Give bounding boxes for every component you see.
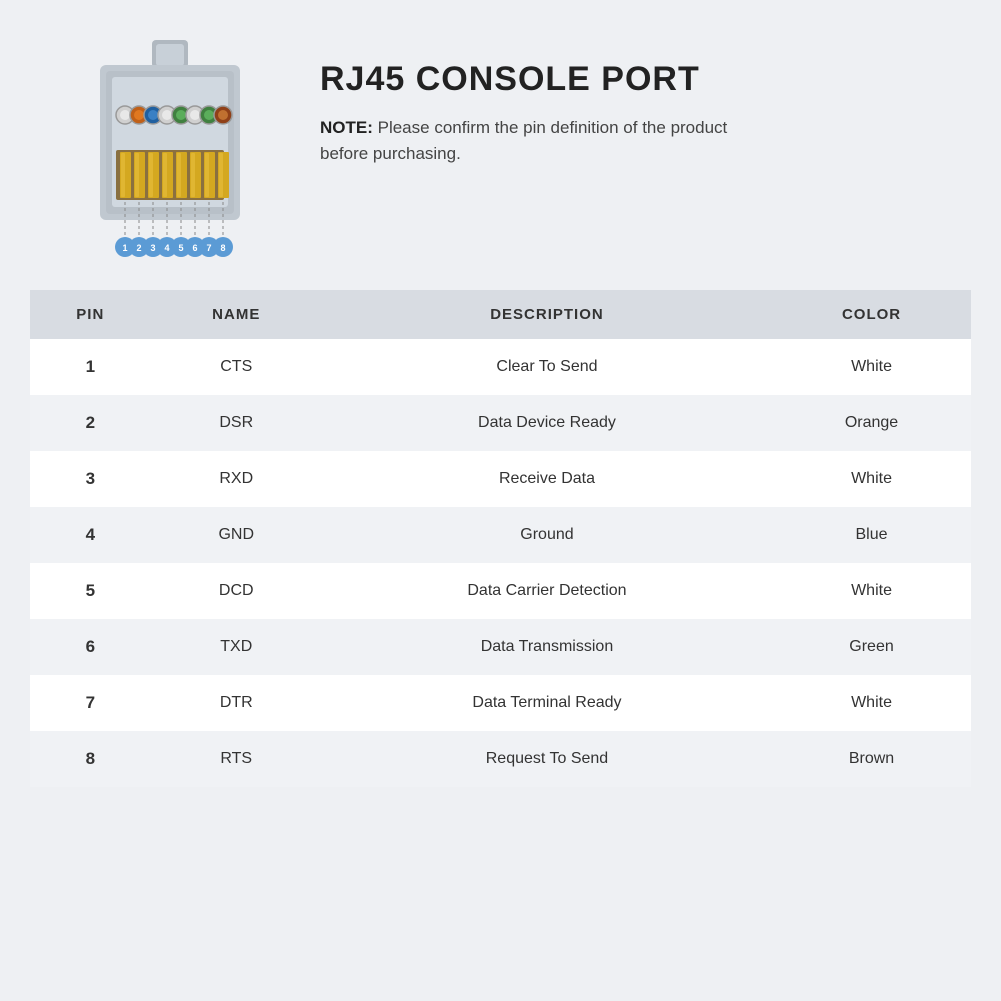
cell-name: DTR [151, 675, 322, 731]
svg-text:8: 8 [220, 243, 225, 253]
cell-name: RXD [151, 451, 322, 507]
col-color: COLOR [772, 290, 971, 339]
table-row: 7DTRData Terminal ReadyWhite [30, 675, 971, 731]
connector-illustration: 1 2 3 4 5 6 7 8 [60, 40, 280, 270]
page: 1 2 3 4 5 6 7 8 RJ45 CONSOLE PORT NOT [0, 0, 1001, 1001]
cell-pin: 5 [30, 563, 151, 619]
table-row: 2DSRData Device ReadyOrange [30, 395, 971, 451]
cell-pin: 3 [30, 451, 151, 507]
svg-text:1: 1 [122, 243, 127, 253]
cell-pin: 1 [30, 339, 151, 395]
cell-color: White [772, 563, 971, 619]
cell-color: Blue [772, 507, 971, 563]
svg-text:7: 7 [206, 243, 211, 253]
cell-color: White [772, 339, 971, 395]
table-header: PIN NAME DESCRIPTION COLOR [30, 290, 971, 339]
page-title: RJ45 CONSOLE PORT [320, 60, 941, 99]
cell-color: Orange [772, 395, 971, 451]
col-pin: PIN [30, 290, 151, 339]
cell-pin: 8 [30, 731, 151, 787]
table-row: 8RTSRequest To SendBrown [30, 731, 971, 787]
note-body: Please confirm the pin definition of the… [320, 118, 727, 163]
title-section: RJ45 CONSOLE PORT NOTE: Please confirm t… [320, 40, 941, 166]
pin-table: PIN NAME DESCRIPTION COLOR 1CTSClear To … [30, 290, 971, 787]
cell-name: TXD [151, 619, 322, 675]
table-row: 6TXDData TransmissionGreen [30, 619, 971, 675]
cell-pin: 2 [30, 395, 151, 451]
svg-text:4: 4 [164, 243, 169, 253]
cell-description: Receive Data [322, 451, 772, 507]
svg-text:2: 2 [136, 243, 141, 253]
cell-description: Clear To Send [322, 339, 772, 395]
table-body: 1CTSClear To SendWhite2DSRData Device Re… [30, 339, 971, 787]
note-paragraph: NOTE: Please confirm the pin definition … [320, 115, 780, 166]
header-row: PIN NAME DESCRIPTION COLOR [30, 290, 971, 339]
top-section: 1 2 3 4 5 6 7 8 RJ45 CONSOLE PORT NOT [0, 0, 1001, 290]
table-section: PIN NAME DESCRIPTION COLOR 1CTSClear To … [0, 290, 1001, 1001]
cell-pin: 7 [30, 675, 151, 731]
cell-description: Data Carrier Detection [322, 563, 772, 619]
cell-name: DSR [151, 395, 322, 451]
svg-text:5: 5 [178, 243, 183, 253]
col-name: NAME [151, 290, 322, 339]
table-row: 4GNDGroundBlue [30, 507, 971, 563]
cell-pin: 6 [30, 619, 151, 675]
col-description: DESCRIPTION [322, 290, 772, 339]
cell-description: Data Terminal Ready [322, 675, 772, 731]
table-row: 1CTSClear To SendWhite [30, 339, 971, 395]
cell-name: RTS [151, 731, 322, 787]
table-row: 3RXDReceive DataWhite [30, 451, 971, 507]
cell-description: Ground [322, 507, 772, 563]
cell-color: White [772, 675, 971, 731]
table-row: 5DCDData Carrier DetectionWhite [30, 563, 971, 619]
cell-description: Data Device Ready [322, 395, 772, 451]
cell-description: Data Transmission [322, 619, 772, 675]
svg-text:3: 3 [150, 243, 155, 253]
cell-description: Request To Send [322, 731, 772, 787]
svg-text:6: 6 [192, 243, 197, 253]
cell-color: Brown [772, 731, 971, 787]
cell-name: DCD [151, 563, 322, 619]
cell-pin: 4 [30, 507, 151, 563]
cell-name: GND [151, 507, 322, 563]
cell-name: CTS [151, 339, 322, 395]
cell-color: White [772, 451, 971, 507]
note-label: NOTE: [320, 118, 373, 137]
connector-svg: 1 2 3 4 5 6 7 8 [70, 40, 270, 270]
cell-color: Green [772, 619, 971, 675]
